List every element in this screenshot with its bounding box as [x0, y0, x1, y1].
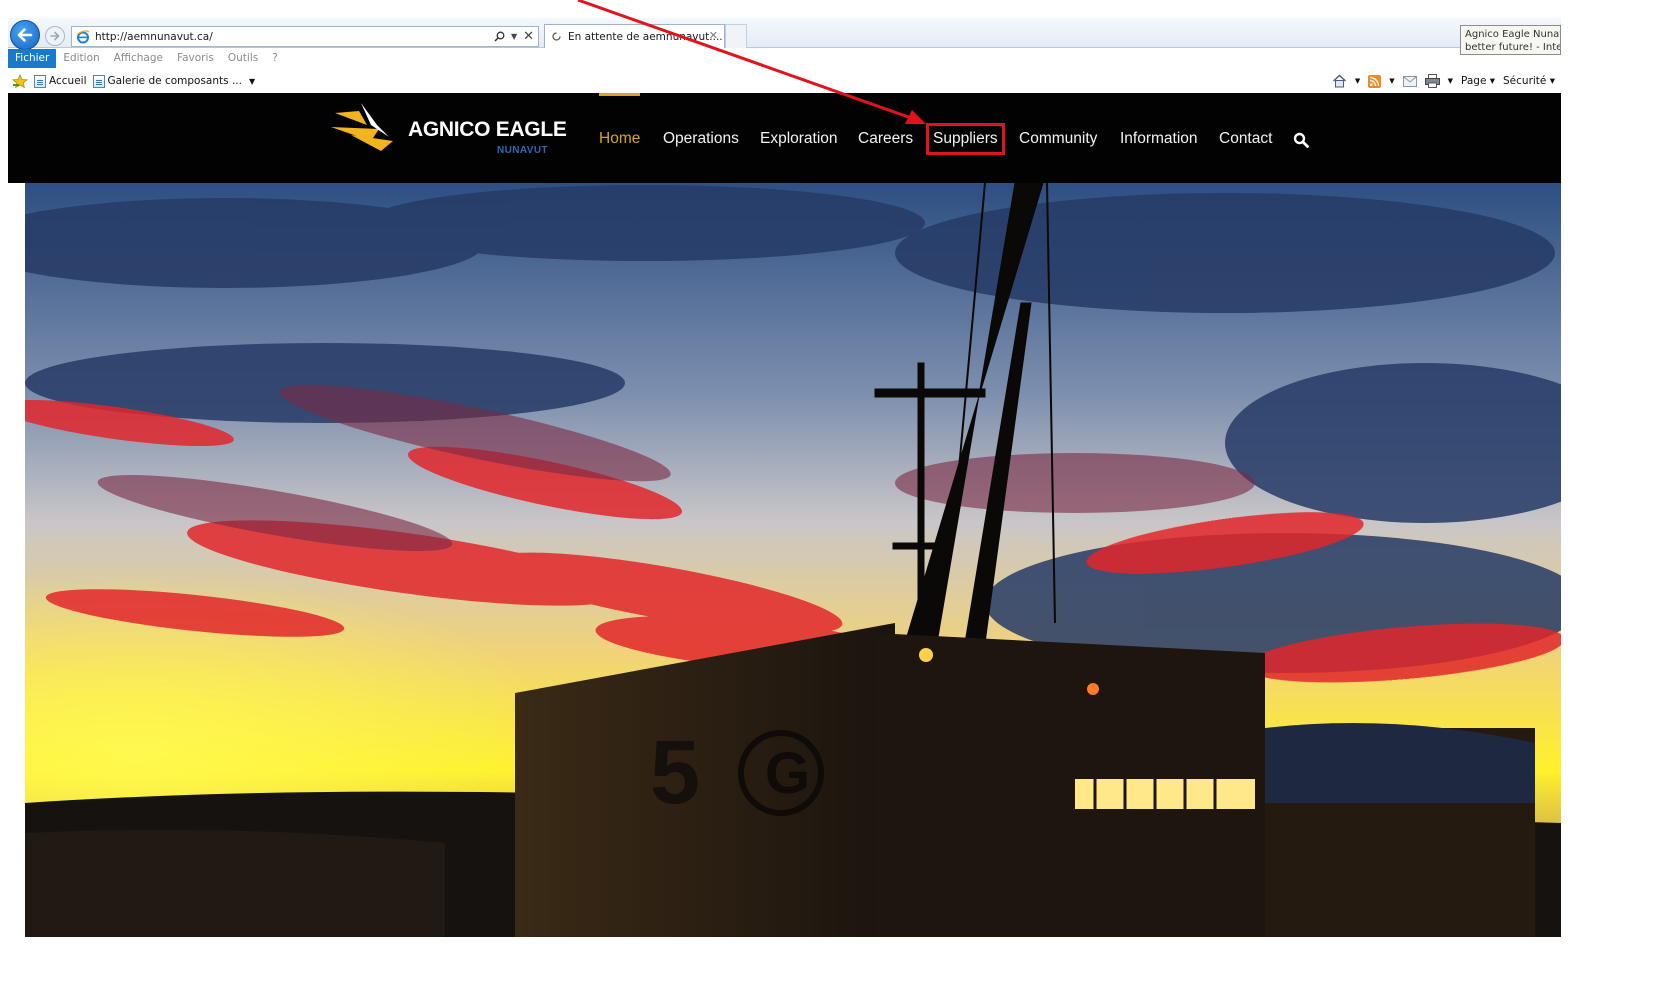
favorites-bar: Accueil Galerie de composants ... ▼ ▼ ▼	[8, 69, 1561, 93]
nav-contact[interactable]: Contact	[1219, 130, 1272, 148]
mail-icon[interactable]	[1402, 75, 1417, 87]
main-nav: Home Operations Exploration Careers Supp…	[8, 93, 1561, 183]
favorite-galerie[interactable]: Galerie de composants ... ▼	[92, 74, 255, 88]
chevron-down-icon[interactable]: ▼	[1448, 77, 1453, 85]
home-icon[interactable]	[1332, 74, 1347, 88]
nav-community[interactable]: Community	[1019, 130, 1097, 148]
page-icon	[92, 74, 105, 88]
favorites-star-icon[interactable]	[12, 74, 28, 88]
search-icon[interactable]	[1293, 132, 1309, 148]
container-number: 5	[650, 723, 700, 823]
loading-icon	[552, 32, 561, 41]
forward-arrow-icon	[50, 31, 60, 41]
favorite-label: Accueil	[49, 75, 87, 87]
favorite-label: Galerie de composants ...	[107, 75, 242, 87]
security-menu[interactable]: Sécurité ▾	[1503, 75, 1555, 87]
menu-help[interactable]: ?	[265, 49, 285, 68]
container-logo-letter: G	[765, 741, 810, 806]
new-tab-button[interactable]	[725, 24, 747, 48]
chevron-down-icon[interactable]: ▼	[249, 77, 255, 86]
security-menu-label: Sécurité	[1503, 75, 1547, 87]
menu-favoris[interactable]: Favoris	[170, 49, 221, 68]
tab-loading[interactable]: En attente de aemnunavut.... ✕	[544, 24, 725, 48]
menu-edition[interactable]: Edition	[56, 49, 106, 68]
favorite-accueil[interactable]: Accueil	[34, 74, 87, 88]
address-url[interactable]: http://aemnunavut.ca/	[95, 31, 213, 43]
page-icon	[34, 74, 46, 88]
back-arrow-icon	[17, 28, 33, 42]
tab-close-icon[interactable]: ✕	[709, 29, 718, 42]
nav-information[interactable]: Information	[1120, 130, 1198, 148]
search-icon[interactable]	[494, 31, 505, 42]
nav-operations[interactable]: Operations	[663, 130, 739, 148]
menu-outils[interactable]: Outils	[221, 49, 265, 68]
back-button[interactable]	[10, 20, 40, 50]
menu-fichier[interactable]: Fichier	[8, 49, 57, 68]
menu-affichage[interactable]: Affichage	[107, 49, 170, 68]
chevron-down-icon[interactable]: ▼	[511, 32, 517, 41]
rss-icon[interactable]	[1368, 74, 1382, 88]
address-bar[interactable]: http://aemnunavut.ca/ ▼ ✕	[71, 26, 539, 47]
site-header: AGNICO EAGLE NUNAVUT Home Operations Exp…	[8, 93, 1561, 183]
close-icon[interactable]: ✕	[523, 29, 534, 44]
tooltip-line: Agnico Eagle Nunavut	[1465, 29, 1560, 40]
menu-bar: Fichier Edition Affichage Favoris Outils…	[8, 49, 1561, 68]
tab-title: En attente de aemnunavut....	[568, 30, 723, 43]
forward-button[interactable]	[45, 26, 65, 46]
ie-logo-icon	[76, 29, 90, 43]
chevron-down-icon[interactable]: ▼	[1355, 77, 1360, 85]
page-menu[interactable]: Page ▾	[1461, 75, 1495, 87]
print-icon[interactable]	[1424, 74, 1440, 88]
nav-suppliers[interactable]: Suppliers	[926, 123, 1005, 155]
nav-careers[interactable]: Careers	[858, 130, 913, 148]
browser-chrome: http://aemnunavut.ca/ ▼ ✕ En attente de …	[8, 0, 1561, 96]
command-bar: ▼ ▼ ▼ Page ▾ Sécurité ▾	[1332, 69, 1555, 93]
active-indicator	[599, 93, 640, 96]
address-tools: ▼ ✕	[494, 29, 534, 44]
chevron-down-icon[interactable]: ▼	[1389, 77, 1394, 85]
hero-image: G 5	[25, 183, 1561, 937]
nav-home[interactable]: Home	[599, 130, 640, 148]
nav-exploration[interactable]: Exploration	[760, 130, 838, 148]
hero-sunset-drill: G 5	[25, 183, 1561, 937]
page-menu-label: Page	[1460, 75, 1487, 87]
